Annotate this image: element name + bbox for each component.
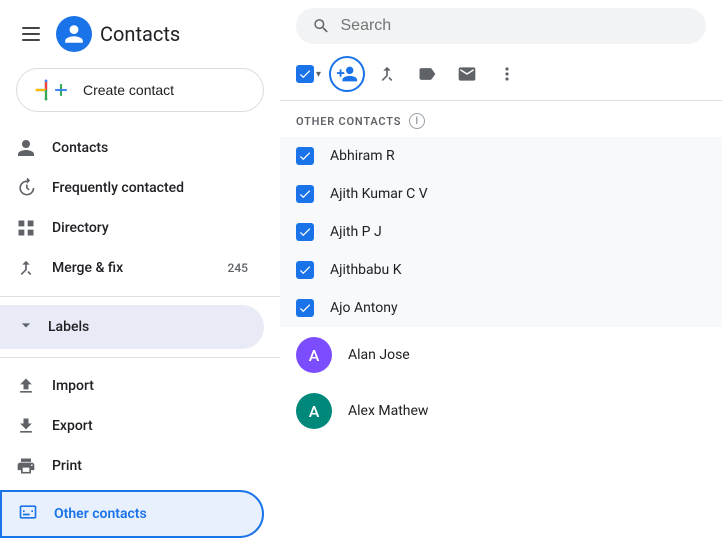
- search-bar: [296, 8, 706, 44]
- sidebar-item-contacts[interactable]: Contacts: [0, 128, 264, 168]
- avatar: A: [296, 337, 332, 373]
- send-email-button[interactable]: [449, 56, 485, 92]
- app-title: Contacts: [100, 22, 180, 46]
- table-row[interactable]: Abhiram R: [280, 137, 722, 175]
- create-contact-button[interactable]: Create contact: [16, 68, 264, 112]
- label-icon: [417, 64, 437, 84]
- export-label: Export: [52, 418, 93, 434]
- sidebar-item-print[interactable]: Print: [0, 446, 264, 486]
- merge-button[interactable]: [369, 56, 405, 92]
- sidebar-item-export[interactable]: Export: [0, 406, 264, 446]
- search-icon: [312, 16, 331, 36]
- download-icon: [16, 416, 36, 436]
- email-icon: [457, 64, 477, 84]
- chevron-down-icon: [16, 315, 36, 339]
- avatar: A: [296, 393, 332, 429]
- contact-name: Alex Mathew: [348, 403, 428, 419]
- label-button[interactable]: [409, 56, 445, 92]
- table-row[interactable]: Ajo Antony: [280, 289, 722, 327]
- sidebar-item-import[interactable]: Import: [0, 366, 264, 406]
- directory-label: Directory: [52, 220, 109, 236]
- upload-icon: [16, 376, 36, 396]
- frequently-contacted-label: Frequently contacted: [52, 180, 184, 196]
- add-to-contacts-button[interactable]: [329, 56, 365, 92]
- merge-fix-badge: 245: [228, 261, 248, 275]
- table-row[interactable]: A Alex Mathew: [280, 383, 722, 439]
- create-contact-label: Create contact: [83, 82, 174, 98]
- contact-name: Abhiram R: [330, 148, 395, 164]
- more-vert-icon: [497, 64, 517, 84]
- merge-icon: [16, 258, 36, 278]
- more-button[interactable]: [489, 56, 525, 92]
- sidebar: Contacts Create contact Contacts: [0, 0, 280, 549]
- divider-1: [0, 296, 280, 297]
- contact-list: Abhiram R Ajith Kumar C V Ajith P J Ajit…: [280, 137, 722, 549]
- grid-icon: [16, 218, 36, 238]
- app-logo: [56, 16, 92, 52]
- table-row[interactable]: A Alan Jose: [280, 327, 722, 383]
- select-all-group[interactable]: ▾: [296, 65, 321, 83]
- merge-fix-label: Merge & fix: [52, 260, 123, 276]
- contact-name: Ajo Antony: [330, 300, 398, 316]
- contact-name: Ajithbabu K: [330, 262, 402, 278]
- contact-checkbox-3[interactable]: [296, 223, 314, 241]
- sidebar-item-frequently-contacted[interactable]: Frequently contacted: [0, 168, 264, 208]
- logo-area: Contacts: [56, 16, 180, 52]
- contact-name: Ajith P J: [330, 224, 382, 240]
- table-row[interactable]: Ajithbabu K: [280, 251, 722, 289]
- sidebar-item-merge-fix[interactable]: Merge & fix 245: [0, 248, 264, 288]
- sidebar-item-directory[interactable]: Directory: [0, 208, 264, 248]
- search-input[interactable]: [341, 17, 691, 35]
- info-icon[interactable]: i: [409, 113, 425, 129]
- add-person-icon: [336, 63, 358, 85]
- contact-name: Ajith Kumar C V: [330, 186, 428, 202]
- sidebar-item-labels[interactable]: Labels: [0, 305, 264, 349]
- sidebar-header: Contacts: [0, 8, 280, 64]
- person-icon: [16, 138, 36, 158]
- print-icon: [16, 456, 36, 476]
- merge-toolbar-icon: [377, 64, 397, 84]
- contacts-label: Contacts: [52, 140, 108, 156]
- import-label: Import: [52, 378, 94, 394]
- contact-checkbox-2[interactable]: [296, 185, 314, 203]
- history-icon: [16, 178, 36, 198]
- labels-label: Labels: [48, 319, 89, 335]
- print-label: Print: [52, 458, 82, 474]
- contact-name: Alan Jose: [348, 347, 410, 363]
- contact-checkbox-4[interactable]: [296, 261, 314, 279]
- section-title: OTHER CONTACTS: [296, 115, 401, 128]
- table-row[interactable]: Ajith P J: [280, 213, 722, 251]
- toolbar: ▾: [280, 52, 722, 101]
- hamburger-menu-icon[interactable]: [16, 21, 46, 47]
- select-dropdown-arrow[interactable]: ▾: [316, 69, 321, 80]
- contacts-logo-icon: [63, 23, 85, 45]
- main-content: ▾ OTHER CON: [280, 0, 722, 549]
- sidebar-item-other-contacts[interactable]: Other contacts: [0, 490, 264, 538]
- select-all-checkbox[interactable]: [296, 65, 314, 83]
- card-icon: [18, 502, 38, 526]
- contact-checkbox-5[interactable]: [296, 299, 314, 317]
- divider-2: [0, 357, 280, 358]
- colorful-plus-icon: [51, 80, 71, 100]
- other-contacts-label: Other contacts: [54, 506, 147, 522]
- section-header: OTHER CONTACTS i: [280, 101, 722, 137]
- contact-checkbox-1[interactable]: [296, 147, 314, 165]
- table-row[interactable]: Ajith Kumar C V: [280, 175, 722, 213]
